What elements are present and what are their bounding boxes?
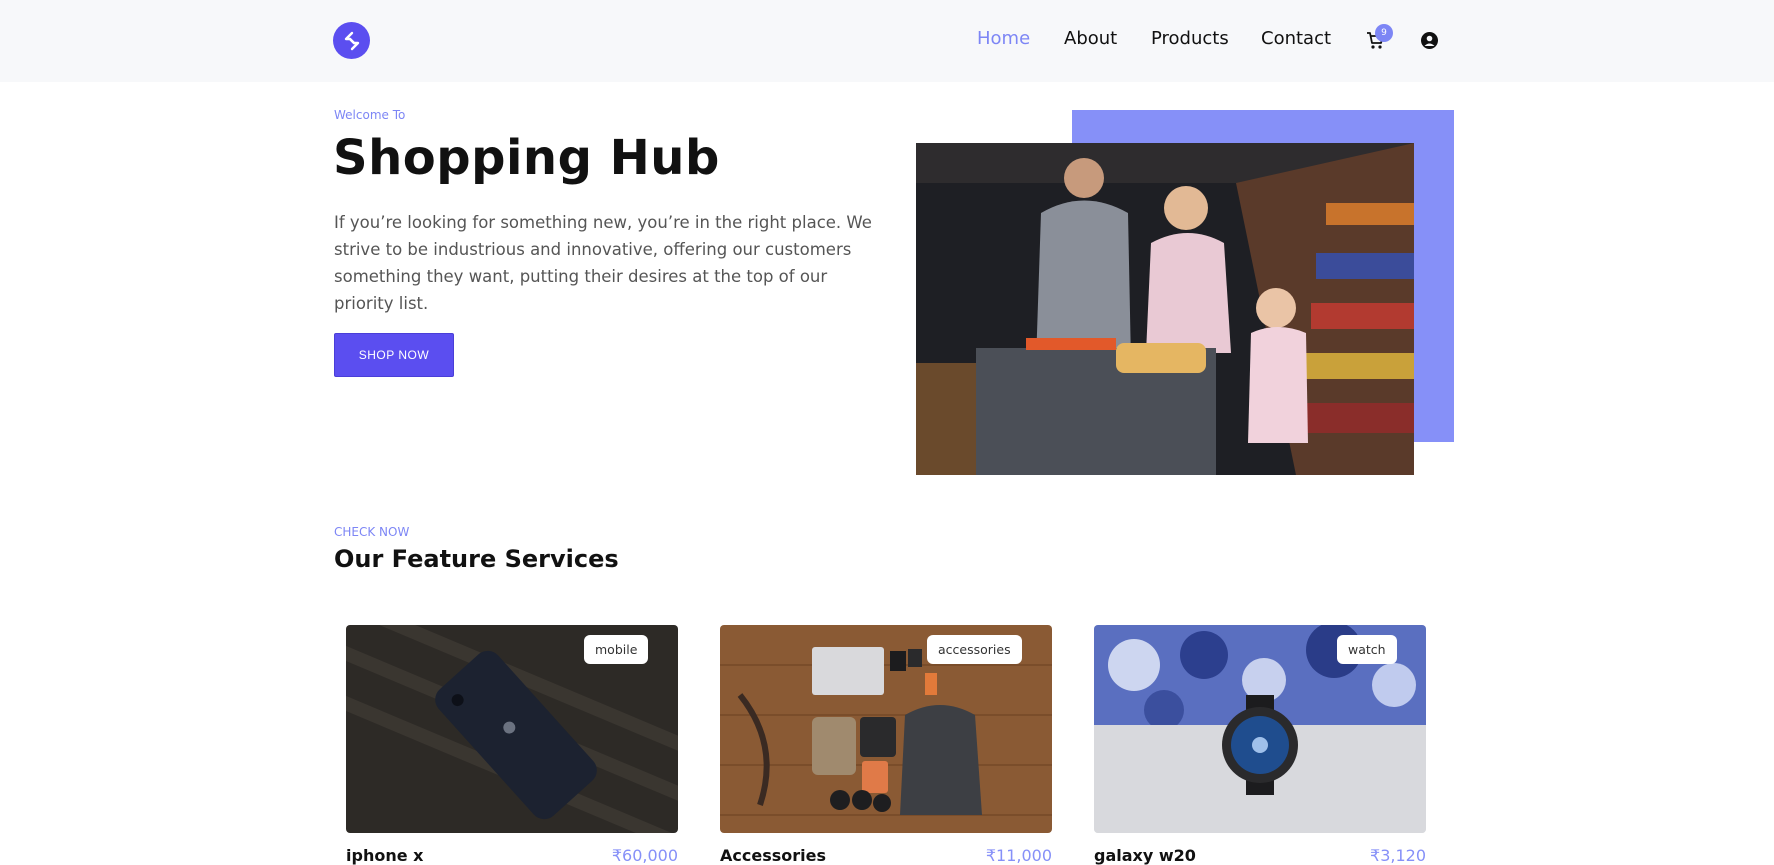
card-name-galaxy-watch[interactable]: galaxy w20 [1094, 846, 1196, 865]
site-header: Home About Products Contact 9 [0, 0, 1774, 82]
user-icon[interactable] [1421, 32, 1438, 49]
nav-products[interactable]: Products [1151, 28, 1229, 49]
nav-about[interactable]: About [1064, 28, 1117, 49]
nav-contact[interactable]: Contact [1261, 28, 1331, 49]
card-price-galaxy-watch: ₹3,120 [1370, 846, 1426, 865]
nav-home[interactable]: Home [977, 28, 1030, 49]
card-name-iphone[interactable]: iphone x [346, 846, 423, 865]
cart-count-badge: 9 [1375, 24, 1393, 42]
hero-title: Shopping Hub [333, 130, 720, 186]
card-price-accessories: ₹11,000 [985, 846, 1052, 865]
logo-icon[interactable] [333, 22, 370, 59]
hero-family-shopping-image [916, 143, 1414, 475]
card-tag-accessories: accessories [927, 635, 1022, 664]
features-eyebrow: CHECK NOW [334, 525, 410, 539]
hero-eyebrow: Welcome To [334, 108, 406, 122]
card-name-accessories[interactable]: Accessories [720, 846, 826, 865]
hero-description: If you’re looking for something new, you… [334, 213, 872, 313]
features-title: Our Feature Services [334, 545, 619, 573]
card-price-iphone: ₹60,000 [611, 846, 678, 865]
card-tag-mobile: mobile [584, 635, 649, 664]
shop-now-button[interactable]: SHOP NOW [334, 333, 454, 377]
card-tag-watch: watch [1337, 635, 1397, 664]
